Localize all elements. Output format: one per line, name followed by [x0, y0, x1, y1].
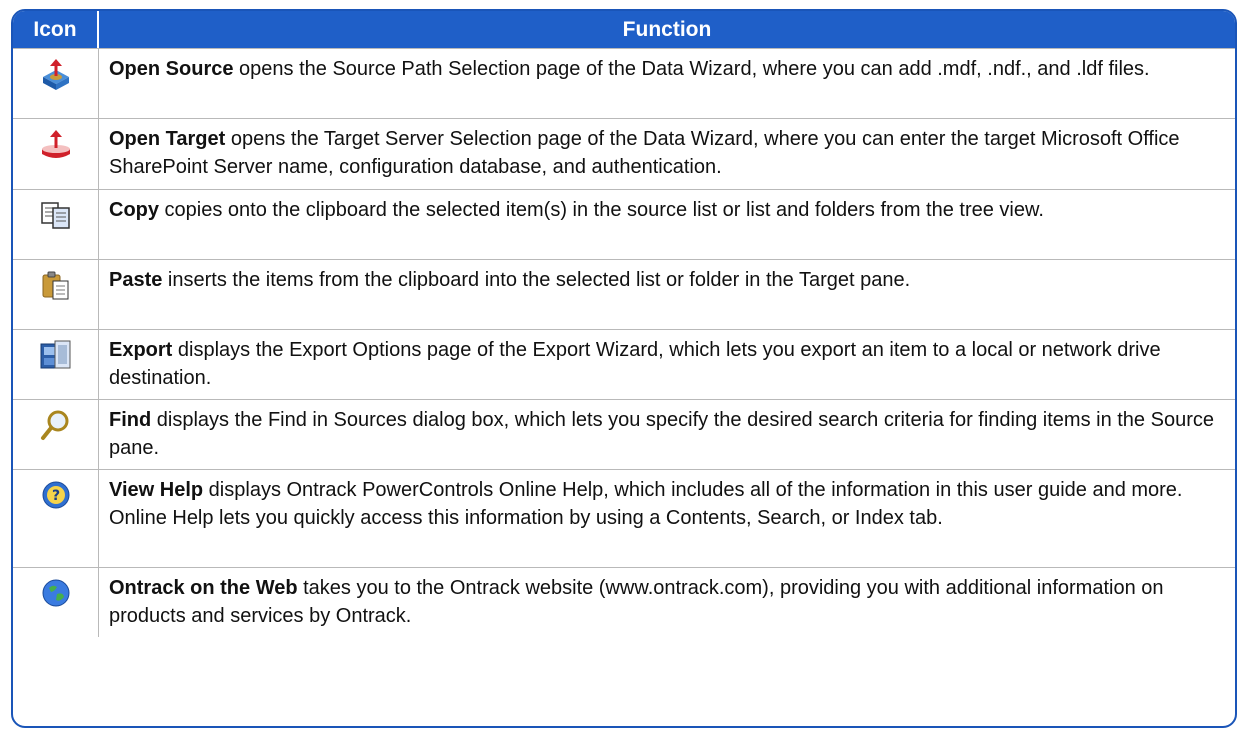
- function-name: Copy: [109, 199, 159, 221]
- function-description: displays the Export Options page of the …: [109, 339, 1161, 389]
- function-description: displays Ontrack PowerControls Online He…: [109, 479, 1183, 529]
- function-name: View Help: [109, 479, 204, 501]
- table-header: Icon Function: [13, 11, 1235, 48]
- icon-cell: [13, 260, 99, 329]
- function-name: Ontrack on the Web: [109, 577, 298, 599]
- function-cell: Copy copies onto the clipboard the selec…: [99, 190, 1235, 259]
- open-target-icon: [41, 130, 70, 158]
- icon-function-table: Icon Function Open Source opens the Sour…: [11, 9, 1237, 728]
- table-row: Paste inserts the items from the clipboa…: [13, 259, 1235, 329]
- function-cell: Open Target opens the Target Server Sele…: [99, 119, 1235, 189]
- icon-cell: ?: [13, 470, 99, 567]
- svg-text:?: ?: [51, 488, 59, 504]
- function-cell: Ontrack on the Web takes you to the Ontr…: [99, 568, 1235, 637]
- function-column-header: Function: [622, 17, 712, 41]
- open-source-icon: [42, 59, 69, 90]
- function-description: displays the Find in Sources dialog box,…: [109, 409, 1214, 459]
- function-cell: Open Source opens the Source Path Select…: [99, 49, 1235, 118]
- table-row: Ontrack on the Web takes you to the Ontr…: [13, 567, 1235, 637]
- table-row: Copy copies onto the clipboard the selec…: [13, 189, 1235, 259]
- function-cell: Export displays the Export Options page …: [99, 330, 1235, 399]
- function-name: Open Source: [109, 58, 234, 80]
- function-description: opens the Target Server Selection page o…: [109, 128, 1180, 178]
- table-row: Export displays the Export Options page …: [13, 329, 1235, 399]
- function-name: Find: [109, 409, 152, 431]
- table-row: Open Source opens the Source Path Select…: [13, 48, 1235, 118]
- icon-cell: [13, 190, 99, 259]
- function-cell: View Help displays Ontrack PowerControls…: [99, 470, 1235, 567]
- table-row: Find displays the Find in Sources dialog…: [13, 399, 1235, 469]
- icon-column-header: Icon: [13, 11, 99, 48]
- copy-icon: [40, 202, 70, 229]
- icon-cell: [13, 119, 99, 189]
- function-description: copies onto the clipboard the selected i…: [159, 199, 1044, 221]
- paste-icon: [42, 271, 68, 300]
- function-cell: Paste inserts the items from the clipboa…: [99, 260, 1235, 329]
- function-name: Export: [109, 339, 173, 361]
- export-icon: [40, 340, 70, 369]
- icon-cell: [13, 400, 99, 469]
- table-row: Open Target opens the Target Server Sele…: [13, 118, 1235, 189]
- function-description: opens the Source Path Selection page of …: [233, 58, 1150, 80]
- function-cell: Find displays the Find in Sources dialog…: [99, 400, 1235, 469]
- function-description: inserts the items from the clipboard int…: [162, 269, 911, 291]
- web-icon: [42, 579, 69, 607]
- table-row: ? View Help displays Ontrack PowerContro…: [13, 469, 1235, 567]
- icon-cell: [13, 49, 99, 118]
- icon-cell: [13, 330, 99, 399]
- function-name: Open Target: [109, 128, 226, 150]
- function-name: Paste: [109, 269, 163, 291]
- icon-cell: [13, 568, 99, 637]
- find-icon: [40, 410, 68, 440]
- help-icon: ?: [42, 481, 69, 509]
